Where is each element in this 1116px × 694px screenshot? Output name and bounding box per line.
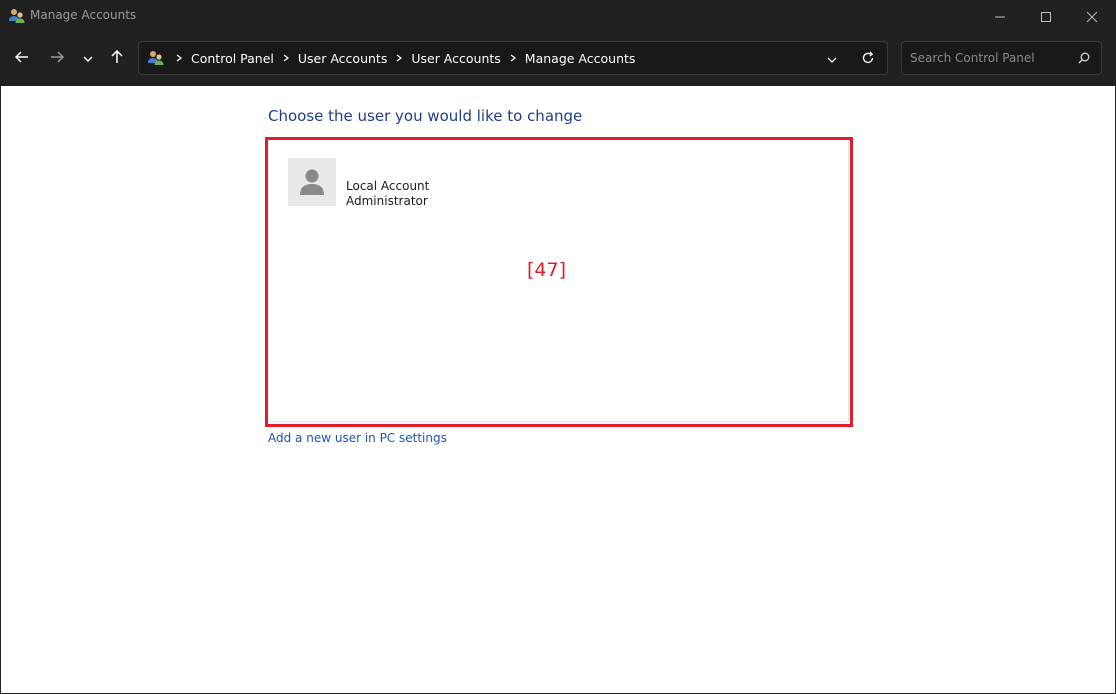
chevron-right-icon bbox=[391, 54, 407, 62]
account-name: Local Account bbox=[346, 179, 430, 193]
chevron-right-icon bbox=[171, 54, 187, 62]
manage-accounts-window: Manage Accounts Control Panel User Accou… bbox=[0, 0, 1116, 694]
breadcrumb-control-panel[interactable]: Control Panel bbox=[191, 51, 274, 66]
minimize-button[interactable] bbox=[977, 0, 1023, 32]
annotation-marker: [47] bbox=[527, 259, 567, 281]
user-icon bbox=[288, 169, 336, 210]
back-button[interactable] bbox=[10, 46, 34, 70]
forward-button[interactable] bbox=[45, 46, 69, 70]
avatar bbox=[288, 158, 336, 206]
forward-arrow-icon bbox=[50, 49, 65, 68]
user-accounts-app-icon bbox=[8, 7, 26, 25]
user-accounts-icon bbox=[147, 49, 165, 67]
address-dropdown-button[interactable] bbox=[823, 50, 841, 68]
page-heading: Choose the user you would like to change bbox=[268, 107, 583, 125]
search-input[interactable] bbox=[902, 42, 1072, 74]
add-new-user-link[interactable]: Add a new user in PC settings bbox=[268, 431, 447, 445]
breadcrumb-user-accounts[interactable]: User Accounts bbox=[298, 51, 387, 66]
close-button[interactable] bbox=[1069, 0, 1115, 32]
close-icon bbox=[1086, 7, 1098, 26]
breadcrumb-manage-accounts[interactable]: Manage Accounts bbox=[525, 51, 636, 66]
chevron-right-icon bbox=[505, 54, 521, 62]
refresh-icon bbox=[861, 50, 875, 69]
search-icon[interactable] bbox=[1076, 50, 1092, 66]
back-arrow-icon bbox=[14, 49, 29, 68]
navigation-bar: Control Panel User Accounts User Account… bbox=[0, 32, 1116, 86]
chevron-down-icon bbox=[83, 49, 93, 68]
recent-locations-button[interactable] bbox=[76, 46, 100, 70]
chevron-down-icon bbox=[827, 50, 837, 69]
maximize-button[interactable] bbox=[1023, 0, 1069, 32]
window-title: Manage Accounts bbox=[30, 8, 137, 22]
chevron-right-icon bbox=[278, 54, 294, 62]
breadcrumb: Control Panel User Accounts User Account… bbox=[167, 42, 635, 74]
refresh-button[interactable] bbox=[859, 50, 877, 68]
breadcrumb-user-accounts-sub[interactable]: User Accounts bbox=[411, 51, 500, 66]
minimize-icon bbox=[995, 7, 1005, 26]
title-bar: Manage Accounts bbox=[0, 0, 1116, 32]
up-arrow-icon bbox=[110, 49, 124, 68]
up-button[interactable] bbox=[105, 46, 129, 70]
account-role: Administrator bbox=[346, 194, 428, 208]
search-box bbox=[901, 41, 1102, 75]
address-bar[interactable]: Control Panel User Accounts User Account… bbox=[138, 41, 888, 75]
maximize-icon bbox=[1041, 7, 1051, 26]
content-area: Choose the user you would like to change… bbox=[1, 86, 1115, 693]
account-tile-local-account[interactable]: Local Account Administrator bbox=[288, 158, 488, 210]
